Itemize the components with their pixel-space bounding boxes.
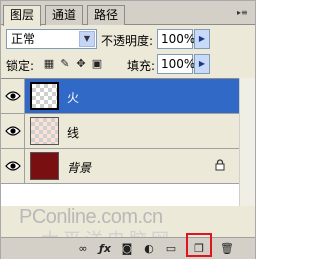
visibility-eye-icon[interactable] (1, 114, 25, 148)
adjustment-icon[interactable]: ◐ (141, 242, 157, 256)
layer-list: 火 线 背景 (1, 78, 255, 206)
lock-all-icon[interactable]: ▣ (91, 58, 103, 70)
layer-name: 背景 (67, 161, 92, 175)
opacity-input[interactable]: 100% (157, 29, 195, 49)
group-folder-icon[interactable]: ▭ (163, 242, 179, 256)
lock-row: 锁定: ▦ ✎ ✥ ▣ 填充: 100% ▶ (1, 53, 255, 75)
blend-mode-value: 正常 (11, 32, 36, 46)
layer-list-scrollbar[interactable] (239, 78, 255, 206)
layer-actions-bar: ∞ ƒx ◙ ◐ ▭ ❐ 🗑 (1, 237, 255, 259)
layer-thumbnail (30, 152, 59, 180)
fill-input[interactable]: 100% (157, 54, 195, 74)
blend-row: 正常 ▼ 不透明度: 100% ▶ (1, 27, 255, 51)
fill-label: 填充: (127, 59, 156, 73)
tab-bar: 图层 通道 路径 ▸≡ (1, 1, 255, 26)
lock-position-icon[interactable]: ✥ (75, 58, 87, 70)
lock-transparency-icon[interactable]: ▦ (43, 58, 55, 70)
layer-name: 火 (67, 91, 80, 105)
chevron-down-icon[interactable]: ▼ (79, 31, 95, 47)
opacity-slider-arrow-icon[interactable]: ▶ (194, 29, 210, 49)
link-icon[interactable]: ∞ (75, 242, 91, 256)
layers-panel: 图层 通道 路径 ▸≡ 正常 ▼ 不透明度: 100% ▶ 锁定: ▦ ✎ ✥ … (0, 0, 256, 259)
opacity-label: 不透明度: (101, 34, 154, 48)
visibility-eye-icon[interactable] (1, 79, 25, 113)
layer-thumbnail (30, 82, 59, 110)
blend-mode-select[interactable]: 正常 ▼ (6, 29, 97, 49)
fx-icon[interactable]: ƒx (97, 242, 113, 256)
visibility-eye-icon[interactable] (1, 149, 25, 183)
layer-row-background[interactable]: 背景 (1, 149, 239, 184)
lock-icon (215, 159, 225, 171)
panel-menu-icon[interactable]: ▸≡ (237, 7, 251, 19)
mask-icon[interactable]: ◙ (119, 242, 135, 256)
layer-row-fire[interactable]: 火 (1, 79, 239, 114)
tab-layers[interactable]: 图层 (3, 5, 41, 26)
lock-pixels-icon[interactable]: ✎ (59, 58, 71, 70)
layer-thumbnail (30, 117, 59, 145)
tab-channels[interactable]: 通道 (45, 5, 83, 25)
layer-row-line[interactable]: 线 (1, 114, 239, 149)
lock-label: 锁定: (6, 59, 35, 73)
trash-icon[interactable]: 🗑 (219, 242, 235, 256)
highlight-box (186, 233, 212, 257)
layer-name: 线 (67, 126, 80, 140)
fill-slider-arrow-icon[interactable]: ▶ (194, 54, 210, 74)
tab-paths[interactable]: 路径 (87, 5, 125, 25)
